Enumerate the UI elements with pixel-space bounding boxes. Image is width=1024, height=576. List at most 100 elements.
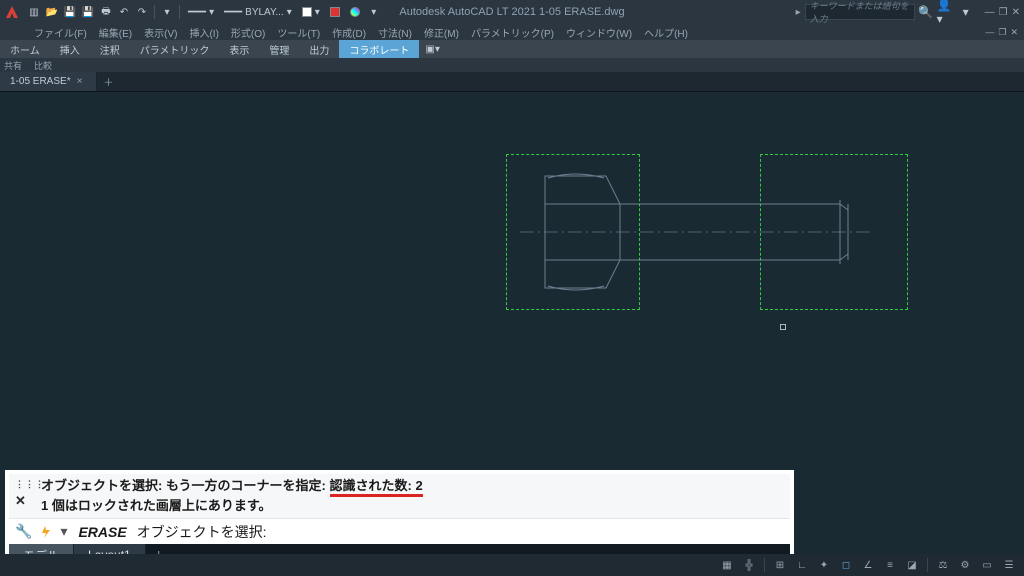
clean-screen[interactable]: ▭	[978, 556, 996, 574]
layer-dropdown-label: BYLAY...	[245, 7, 284, 18]
doc-minimize-button[interactable]: ―	[985, 27, 994, 38]
app-logo[interactable]	[0, 0, 24, 24]
color-wheel-icon	[350, 7, 360, 17]
doc-close-button[interactable]: ✕	[1010, 27, 1018, 38]
qat-more-icon[interactable]: ▾	[366, 4, 382, 20]
search-input[interactable]: キーワードまたは語句を入力	[805, 4, 915, 20]
color-swatch-white	[302, 7, 312, 17]
polar-toggle[interactable]: ✦	[815, 556, 833, 574]
command-close-icon[interactable]: ✕	[15, 492, 26, 510]
ribbon-tab-annotate[interactable]: 注釈	[90, 40, 130, 58]
layer-dropdown[interactable]: ━━━ BYLAY... ▾	[220, 7, 296, 18]
command-history: ⋮⋮⋮⋮ ✕ オブジェクトを選択: もう一方のコーナーを指定: 認識された数: …	[9, 474, 790, 518]
undo-icon[interactable]: ↶	[116, 4, 132, 20]
command-prompt-text: オブジェクトを選択:	[137, 522, 267, 542]
menu-file[interactable]: ファイル(F)	[28, 25, 93, 40]
ribbon-tabs: ホーム 挿入 注釈 パラメトリック 表示 管理 出力 コラボレート ▣▾	[0, 40, 1024, 58]
lineweight-toggle[interactable]: ≡	[881, 556, 899, 574]
snap-toggle[interactable]: ⊞	[771, 556, 789, 574]
ribbon-tab-view[interactable]: 表示	[219, 40, 259, 58]
document-tab-add[interactable]: ＋	[97, 72, 119, 91]
ribbon-subpanel: 共有 比較	[0, 58, 1024, 72]
menu-bar: ファイル(F) 編集(E) 表示(V) 挿入(I) 形式(O) ツール(T) 作…	[0, 24, 1024, 40]
model-space-toggle[interactable]: ▦	[718, 556, 736, 574]
doc-window-controls: ― ❐ ✕	[985, 27, 1024, 38]
document-tabs: 1-05 ERASE* × ＋	[0, 72, 1024, 92]
selection-rect-left	[506, 154, 640, 310]
selection-rect-right	[760, 154, 908, 310]
command-input-row[interactable]: 🔧 ▾ ERASE オブジェクトを選択:	[9, 518, 790, 544]
search-icon[interactable]: 🔍	[917, 3, 935, 21]
signin-icon[interactable]: 👤▾	[937, 3, 955, 21]
window-controls: ― ❐ ✕	[985, 7, 1020, 18]
menu-view[interactable]: 表示(V)	[138, 25, 183, 40]
document-tab[interactable]: 1-05 ERASE* ×	[0, 72, 97, 91]
qat-separator	[154, 5, 155, 19]
minimize-button[interactable]: ―	[985, 7, 995, 18]
help-icon[interactable]: ▾	[957, 3, 975, 21]
ortho-toggle[interactable]: ∟	[793, 556, 811, 574]
open-icon[interactable]: 📂	[44, 4, 60, 20]
menu-dim[interactable]: 寸法(N)	[372, 25, 418, 40]
qat-separator	[179, 5, 180, 19]
menu-help[interactable]: ヘルプ(H)	[638, 25, 694, 40]
transparency-toggle[interactable]: ◪	[903, 556, 921, 574]
recent-commands-icon[interactable]	[38, 524, 54, 540]
doc-restore-button[interactable]: ❐	[998, 27, 1006, 38]
menu-tools[interactable]: ツール(T)	[271, 25, 326, 40]
cmd-hist-1b: 認識された数: 2	[330, 477, 423, 498]
close-button[interactable]: ✕	[1012, 7, 1020, 18]
color-wheel[interactable]	[346, 7, 364, 17]
command-grip-icon[interactable]: ⋮⋮⋮⋮	[15, 478, 55, 490]
menu-draw[interactable]: 作成(D)	[326, 25, 372, 40]
status-separator	[764, 558, 765, 572]
ribbon-tab-manage[interactable]: 管理	[259, 40, 299, 58]
title-bar-right: ▸ キーワードまたは語句を入力 🔍 👤▾ ▾ ― ❐ ✕	[796, 3, 1024, 21]
redo-icon[interactable]: ↷	[134, 4, 150, 20]
menu-format[interactable]: 形式(O)	[225, 25, 271, 40]
document-tab-close[interactable]: ×	[77, 76, 83, 87]
ribbon-tab-output[interactable]: 出力	[299, 40, 339, 58]
ribbon-tab-parametric[interactable]: パラメトリック	[130, 40, 220, 58]
otrack-toggle[interactable]: ∠	[859, 556, 877, 574]
menu-edit[interactable]: 編集(E)	[93, 25, 138, 40]
annotation-scale[interactable]: ⚖	[934, 556, 952, 574]
color-dropdown-2[interactable]	[326, 7, 344, 17]
ribbon-tab-insert[interactable]: 挿入	[50, 40, 90, 58]
panel-compare[interactable]: 比較	[34, 59, 52, 72]
menu-param[interactable]: パラメトリック(P)	[465, 25, 560, 40]
save-icon[interactable]: 💾	[62, 4, 78, 20]
ribbon-focus-icon[interactable]: ▣▾	[425, 44, 439, 55]
qat-dropdown-icon[interactable]: ▾	[159, 4, 175, 20]
cmd-hist-1a: オブジェクトを選択: もう一方のコーナーを指定:	[41, 478, 330, 493]
saveas-icon[interactable]: 💾	[80, 4, 96, 20]
color-dropdown[interactable]: ▾	[298, 7, 324, 18]
quick-access-toolbar: ▥ 📂 💾 💾 🖶 ↶ ↷ ▾ ━━━▾ ━━━ BYLAY... ▾ ▾ ▾	[26, 4, 382, 20]
lineweight-dropdown[interactable]: ━━━▾	[184, 7, 218, 18]
maximize-button[interactable]: ❐	[999, 7, 1008, 18]
new-icon[interactable]: ▥	[26, 4, 42, 20]
title-bar: ▥ 📂 💾 💾 🖶 ↶ ↷ ▾ ━━━▾ ━━━ BYLAY... ▾ ▾ ▾ …	[0, 0, 1024, 24]
status-separator	[927, 558, 928, 572]
customize-status[interactable]: ☰	[1000, 556, 1018, 574]
command-chevron-icon: ▾	[60, 523, 72, 540]
command-history-line-1: オブジェクトを選択: もう一方のコーナーを指定: 認識された数: 2	[41, 477, 784, 498]
document-tab-label: 1-05 ERASE*	[10, 76, 71, 87]
search-placeholder: キーワードまたは語句を入力	[810, 0, 910, 25]
customize-icon[interactable]: 🔧	[15, 523, 32, 540]
drawing-canvas[interactable]	[0, 92, 1024, 472]
menu-insert[interactable]: 挿入(I)	[183, 25, 224, 40]
command-history-line-2: 1 個はロックされた画層上にあります。	[41, 497, 784, 515]
plot-icon[interactable]: 🖶	[98, 4, 114, 20]
ribbon-tab-collaborate[interactable]: コラボレート	[339, 40, 419, 58]
grid-toggle[interactable]: ╬	[740, 556, 758, 574]
ribbon-tab-home[interactable]: ホーム	[0, 40, 50, 58]
menu-modify[interactable]: 修正(M)	[418, 25, 465, 40]
workspace-switch[interactable]: ⚙	[956, 556, 974, 574]
panel-share[interactable]: 共有	[4, 59, 22, 72]
color-swatch-red	[330, 7, 340, 17]
pickbox-cursor	[780, 324, 786, 330]
osnap-toggle[interactable]: ◻	[837, 556, 855, 574]
command-name: ERASE	[78, 524, 126, 540]
menu-window[interactable]: ウィンドウ(W)	[560, 25, 638, 40]
